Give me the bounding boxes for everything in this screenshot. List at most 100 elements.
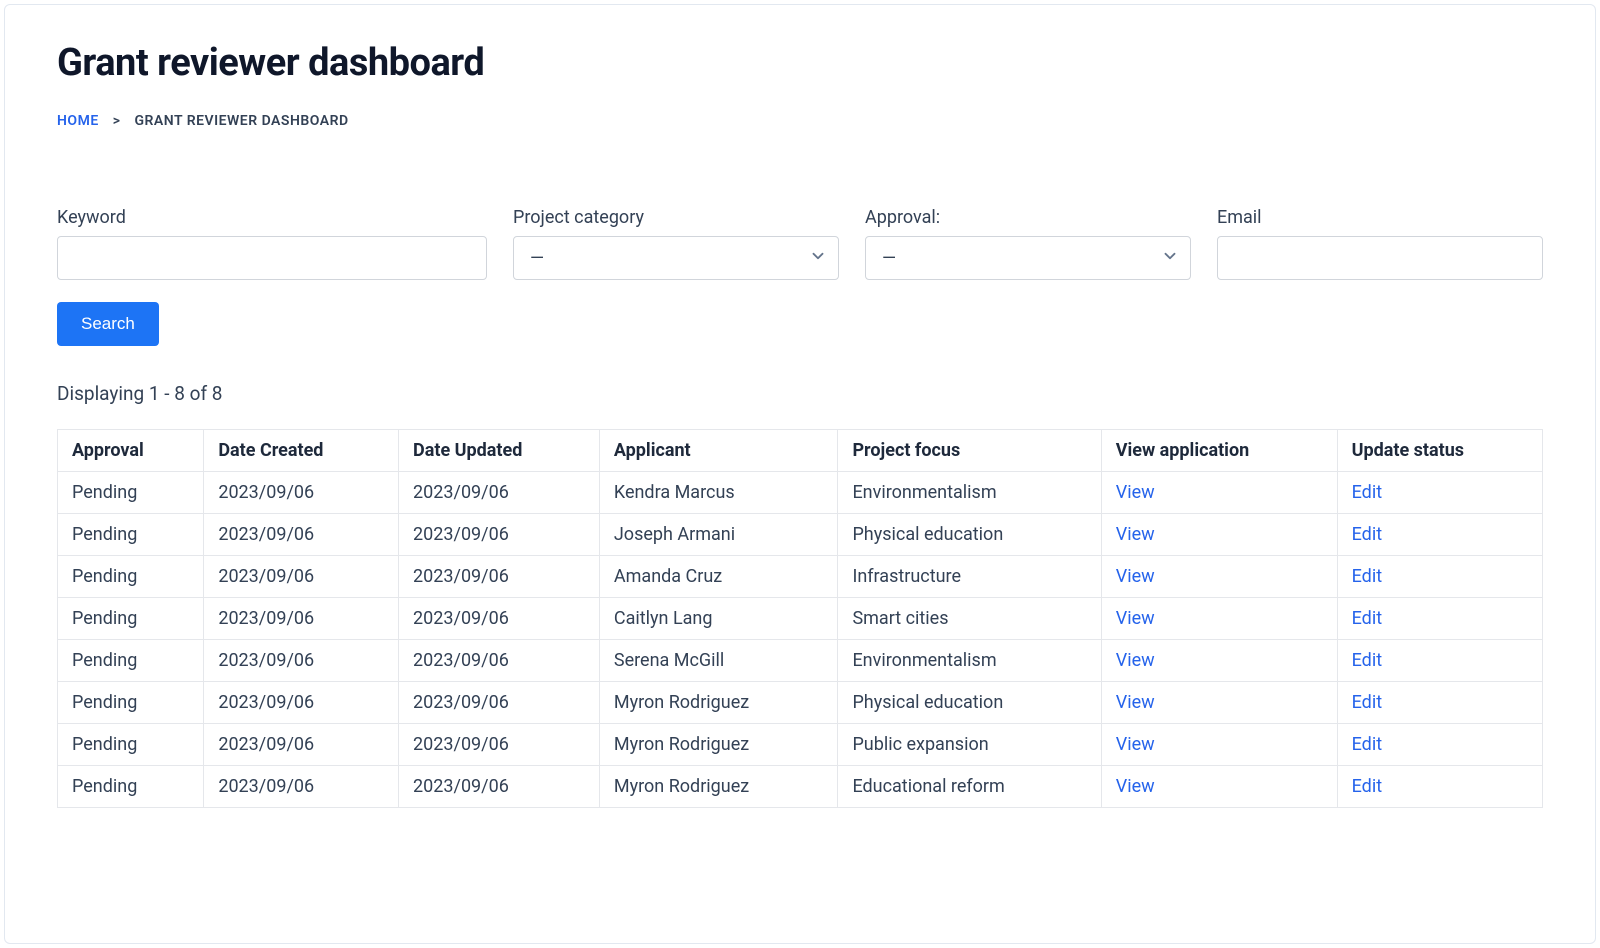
- cell-view: View: [1101, 472, 1337, 514]
- cell-approval: Pending: [58, 724, 204, 766]
- table-row: Pending2023/09/062023/09/06Serena McGill…: [58, 640, 1543, 682]
- cell-project-focus: Environmentalism: [838, 472, 1101, 514]
- cell-applicant: Myron Rodriguez: [599, 682, 838, 724]
- update-status-link[interactable]: Edit: [1352, 566, 1382, 587]
- cell-project-focus: Physical education: [838, 514, 1101, 556]
- cell-applicant: Kendra Marcus: [599, 472, 838, 514]
- approval-select[interactable]: —: [865, 236, 1191, 280]
- table-row: Pending2023/09/062023/09/06Joseph Armani…: [58, 514, 1543, 556]
- col-view-application: View application: [1101, 430, 1337, 472]
- filter-email-group: Email: [1217, 207, 1543, 280]
- cell-project-focus: Educational reform: [838, 766, 1101, 808]
- cell-date-updated: 2023/09/06: [399, 724, 600, 766]
- cell-applicant: Myron Rodriguez: [599, 766, 838, 808]
- search-row: Search: [57, 302, 1543, 346]
- cell-view: View: [1101, 514, 1337, 556]
- cell-view: View: [1101, 682, 1337, 724]
- table-row: Pending2023/09/062023/09/06Caitlyn LangS…: [58, 598, 1543, 640]
- table-header-row: Approval Date Created Date Updated Appli…: [58, 430, 1543, 472]
- cell-edit: Edit: [1337, 640, 1542, 682]
- col-applicant: Applicant: [599, 430, 838, 472]
- cell-view: View: [1101, 640, 1337, 682]
- view-application-link[interactable]: View: [1116, 608, 1155, 629]
- cell-date-updated: 2023/09/06: [399, 640, 600, 682]
- cell-date-created: 2023/09/06: [204, 766, 399, 808]
- filters-row: Keyword Project category — Approval: —: [57, 207, 1543, 280]
- cell-date-created: 2023/09/06: [204, 640, 399, 682]
- view-application-link[interactable]: View: [1116, 776, 1155, 797]
- view-application-link[interactable]: View: [1116, 692, 1155, 713]
- filter-approval-label: Approval:: [865, 207, 1191, 228]
- cell-edit: Edit: [1337, 598, 1542, 640]
- update-status-link[interactable]: Edit: [1352, 650, 1382, 671]
- view-application-link[interactable]: View: [1116, 482, 1155, 503]
- cell-view: View: [1101, 766, 1337, 808]
- breadcrumb-home-link[interactable]: HOME: [57, 113, 99, 129]
- col-approval: Approval: [58, 430, 204, 472]
- cell-approval: Pending: [58, 514, 204, 556]
- cell-edit: Edit: [1337, 766, 1542, 808]
- table-row: Pending2023/09/062023/09/06Myron Rodrigu…: [58, 766, 1543, 808]
- filter-project-category-group: Project category —: [513, 207, 839, 280]
- cell-approval: Pending: [58, 556, 204, 598]
- update-status-link[interactable]: Edit: [1352, 482, 1382, 503]
- cell-date-created: 2023/09/06: [204, 598, 399, 640]
- update-status-link[interactable]: Edit: [1352, 692, 1382, 713]
- cell-date-created: 2023/09/06: [204, 682, 399, 724]
- cell-applicant: Amanda Cruz: [599, 556, 838, 598]
- cell-applicant: Caitlyn Lang: [599, 598, 838, 640]
- cell-date-updated: 2023/09/06: [399, 682, 600, 724]
- filter-approval-group: Approval: —: [865, 207, 1191, 280]
- cell-date-updated: 2023/09/06: [399, 514, 600, 556]
- cell-project-focus: Physical education: [838, 682, 1101, 724]
- view-application-link[interactable]: View: [1116, 524, 1155, 545]
- view-application-link[interactable]: View: [1116, 650, 1155, 671]
- cell-project-focus: Environmentalism: [838, 640, 1101, 682]
- view-application-link[interactable]: View: [1116, 566, 1155, 587]
- update-status-link[interactable]: Edit: [1352, 524, 1382, 545]
- update-status-link[interactable]: Edit: [1352, 608, 1382, 629]
- filter-keyword-label: Keyword: [57, 207, 487, 228]
- filter-project-category-label: Project category: [513, 207, 839, 228]
- cell-date-created: 2023/09/06: [204, 514, 399, 556]
- project-category-selected: —: [530, 248, 544, 269]
- table-row: Pending2023/09/062023/09/06Kendra Marcus…: [58, 472, 1543, 514]
- search-button[interactable]: Search: [57, 302, 159, 346]
- cell-approval: Pending: [58, 640, 204, 682]
- cell-project-focus: Public expansion: [838, 724, 1101, 766]
- cell-edit: Edit: [1337, 472, 1542, 514]
- update-status-link[interactable]: Edit: [1352, 734, 1382, 755]
- cell-edit: Edit: [1337, 682, 1542, 724]
- table-row: Pending2023/09/062023/09/06Myron Rodrigu…: [58, 682, 1543, 724]
- page-title: Grant reviewer dashboard: [57, 41, 1543, 85]
- col-project-focus: Project focus: [838, 430, 1101, 472]
- cell-view: View: [1101, 556, 1337, 598]
- col-date-updated: Date Updated: [399, 430, 600, 472]
- cell-applicant: Serena McGill: [599, 640, 838, 682]
- cell-approval: Pending: [58, 472, 204, 514]
- breadcrumb-current: GRANT REVIEWER DASHBOARD: [134, 113, 348, 129]
- cell-edit: Edit: [1337, 556, 1542, 598]
- cell-approval: Pending: [58, 598, 204, 640]
- cell-date-updated: 2023/09/06: [399, 472, 600, 514]
- email-input[interactable]: [1217, 236, 1543, 280]
- cell-date-updated: 2023/09/06: [399, 556, 600, 598]
- cell-applicant: Joseph Armani: [599, 514, 838, 556]
- breadcrumb-separator: >: [113, 113, 121, 129]
- col-update-status: Update status: [1337, 430, 1542, 472]
- cell-date-created: 2023/09/06: [204, 556, 399, 598]
- cell-date-updated: 2023/09/06: [399, 766, 600, 808]
- keyword-input[interactable]: [57, 236, 487, 280]
- project-category-select[interactable]: —: [513, 236, 839, 280]
- update-status-link[interactable]: Edit: [1352, 776, 1382, 797]
- filter-keyword-group: Keyword: [57, 207, 487, 280]
- breadcrumb: HOME > GRANT REVIEWER DASHBOARD: [57, 113, 1543, 129]
- view-application-link[interactable]: View: [1116, 734, 1155, 755]
- cell-date-created: 2023/09/06: [204, 472, 399, 514]
- cell-edit: Edit: [1337, 724, 1542, 766]
- results-table: Approval Date Created Date Updated Appli…: [57, 429, 1543, 808]
- cell-project-focus: Smart cities: [838, 598, 1101, 640]
- col-date-created: Date Created: [204, 430, 399, 472]
- page-container: Grant reviewer dashboard HOME > GRANT RE…: [4, 4, 1596, 944]
- approval-selected: —: [882, 248, 896, 269]
